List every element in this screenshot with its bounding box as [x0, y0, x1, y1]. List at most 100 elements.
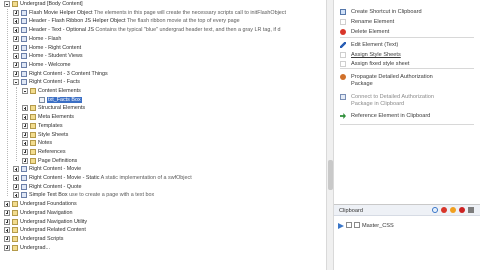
expand-icon[interactable] — [22, 122, 28, 129]
tree-node-label[interactable]: Notes — [38, 140, 52, 146]
expand-icon[interactable] — [22, 131, 28, 138]
tree-node-label[interactable]: Content Elements — [38, 88, 81, 94]
tree-row[interactable]: Header - Flash Ribbon JS Helper Object T… — [0, 17, 326, 25]
tree-node-label[interactable]: Right Content - Movie - Static A static … — [29, 175, 192, 181]
tree-node-label[interactable]: Undergrad Scripts — [20, 236, 63, 242]
expand-icon[interactable] — [13, 35, 19, 42]
expand-icon[interactable] — [4, 209, 10, 216]
tree-row[interactable]: Undergrad Scripts — [0, 235, 326, 243]
action-connect[interactable]: Connect to Detailed Authorization Package… — [334, 92, 480, 109]
tree-row[interactable]: Undergrad Navigation — [0, 209, 326, 217]
tree-node-label[interactable]: Right Content - Quote — [29, 184, 81, 190]
expand-icon[interactable] — [13, 166, 19, 173]
expand-icon[interactable] — [22, 157, 28, 164]
expand-icon[interactable] — [13, 61, 19, 68]
tree-row[interactable]: Undergrad Navigation Utility — [0, 218, 326, 226]
tree-node-label[interactable]: Home - Right Content — [29, 45, 81, 51]
tree-node-label[interactable]: Home - Flash — [29, 36, 61, 42]
tree-node-label[interactable]: txt_Facts Box — [47, 96, 82, 103]
action-assign[interactable]: Assign fixed style sheet — [334, 59, 480, 69]
element-tree[interactable]: Undergrad [Body Content] Flash Movie Help… — [0, 0, 326, 270]
tree-row[interactable]: Right Content - Movie — [0, 165, 326, 173]
tree-row[interactable]: Home - Flash — [0, 35, 326, 43]
collapse-icon[interactable] — [13, 79, 19, 86]
tree-node-label[interactable]: References — [38, 149, 66, 155]
tree-node-label[interactable]: Undergrad Navigation — [20, 210, 72, 216]
tree-row[interactable]: References — [0, 148, 326, 156]
tree-row[interactable]: Content Elements — [0, 87, 326, 95]
tree-row[interactable]: Style Sheets — [0, 131, 326, 139]
tree-row[interactable]: Right Content - Quote — [0, 183, 326, 191]
sync-icon[interactable] — [432, 207, 438, 213]
tree-row[interactable]: Notes — [0, 139, 326, 147]
action-rename[interactable]: Rename Element — [334, 17, 480, 27]
expand-icon[interactable] — [22, 148, 28, 155]
tree-row[interactable]: Meta Elements — [0, 113, 326, 121]
action-shortcut[interactable]: Create Shortcut in Clipboard — [334, 7, 480, 17]
tree-row[interactable]: Undergrad [Body Content] — [0, 0, 326, 8]
stop-icon[interactable] — [450, 207, 456, 213]
expand-icon[interactable] — [4, 244, 10, 251]
tree-row[interactable]: Undergrad... — [0, 244, 326, 252]
arrow-icon[interactable] — [338, 223, 344, 229]
collapse-icon[interactable] — [22, 88, 28, 94]
tree-node-label[interactable]: Meta Elements — [38, 114, 74, 120]
tree-node-label[interactable]: Page Definitions — [38, 158, 77, 164]
tree-row[interactable]: Templates — [0, 122, 326, 130]
expand-icon[interactable] — [13, 183, 19, 190]
expand-icon[interactable] — [13, 175, 19, 181]
action-delete[interactable]: Delete Element — [334, 27, 480, 37]
tree-node-label[interactable]: Header - Flash Ribbon JS Helper Object T… — [29, 18, 240, 24]
tree-row[interactable]: Right Content - Movie - Static A static … — [0, 174, 326, 182]
delete-icon[interactable] — [468, 207, 474, 213]
expand-icon[interactable] — [22, 140, 28, 147]
tree-node-label[interactable]: Simple Text Box use to create a page wit… — [29, 192, 154, 198]
tree-row[interactable]: Right Content - Facts — [0, 78, 326, 86]
tree-node-label[interactable]: Header - Text - Optional JS Contains the… — [29, 27, 281, 33]
expand-icon[interactable] — [4, 218, 10, 225]
record-icon[interactable] — [459, 207, 465, 213]
tree-node-label[interactable]: Right Content - Movie — [29, 166, 81, 172]
tree-row[interactable]: txt_Facts Box — [0, 96, 326, 104]
tree-node-label[interactable]: Flash Movie Helper Object The elements i… — [29, 10, 286, 16]
expand-icon[interactable] — [13, 18, 19, 25]
expand-icon[interactable] — [4, 235, 10, 242]
tree-row[interactable]: Header - Text - Optional JS Contains the… — [0, 26, 326, 34]
checkbox[interactable] — [346, 222, 352, 228]
expand-icon[interactable] — [22, 114, 28, 121]
tree-node-label[interactable]: Style Sheets — [38, 132, 68, 138]
expand-icon[interactable] — [13, 44, 19, 51]
tree-row[interactable]: Home - Right Content — [0, 44, 326, 52]
action-propagate[interactable]: Propagate Detailed Authorization Package — [334, 72, 480, 89]
expand-icon[interactable] — [13, 27, 19, 34]
expand-icon[interactable] — [4, 201, 10, 208]
tree-row[interactable]: Home - Welcome — [0, 61, 326, 69]
tree-row[interactable]: Home - Student Views — [0, 52, 326, 60]
tree-node-label[interactable]: Undergrad Navigation Utility — [20, 219, 87, 225]
action-edit[interactable]: Edit Element (Text) — [334, 40, 480, 50]
tree-node-label[interactable]: Undergrad Related Content — [20, 227, 86, 233]
tree-node-label[interactable]: Templates — [38, 123, 63, 129]
tree-node-label[interactable]: Structural Elements — [38, 105, 85, 111]
tree-node-label[interactable]: Undergrad Foundations — [20, 201, 77, 207]
pane-splitter[interactable] — [326, 0, 334, 270]
tree-node-label[interactable]: Home - Student Views — [29, 53, 83, 59]
expand-icon[interactable] — [13, 9, 19, 16]
tree-row[interactable]: Page Definitions — [0, 157, 326, 165]
tree-row[interactable]: Right Content - 3 Content Things — [0, 70, 326, 78]
tree-node-label[interactable]: Home - Welcome — [29, 62, 71, 68]
tree-node-label[interactable]: Undergrad... — [20, 245, 50, 251]
action-reference[interactable]: Reference Element in Clipboard — [334, 111, 480, 121]
tree-row[interactable]: Flash Movie Helper Object The elements i… — [0, 9, 326, 17]
expand-icon[interactable] — [13, 53, 19, 60]
close-icon[interactable] — [441, 207, 447, 213]
expand-icon[interactable] — [4, 227, 10, 234]
clipboard-entry[interactable]: Master_CSS — [338, 222, 478, 230]
tree-node-label[interactable]: Right Content - Facts — [29, 79, 80, 85]
expand-icon[interactable] — [22, 105, 28, 112]
tree-row[interactable]: Simple Text Box use to create a page wit… — [0, 191, 326, 199]
collapse-icon[interactable] — [4, 1, 10, 7]
tree-row[interactable]: Undergrad Foundations — [0, 200, 326, 208]
expand-icon[interactable] — [13, 192, 19, 199]
tree-row[interactable]: Structural Elements — [0, 104, 326, 112]
